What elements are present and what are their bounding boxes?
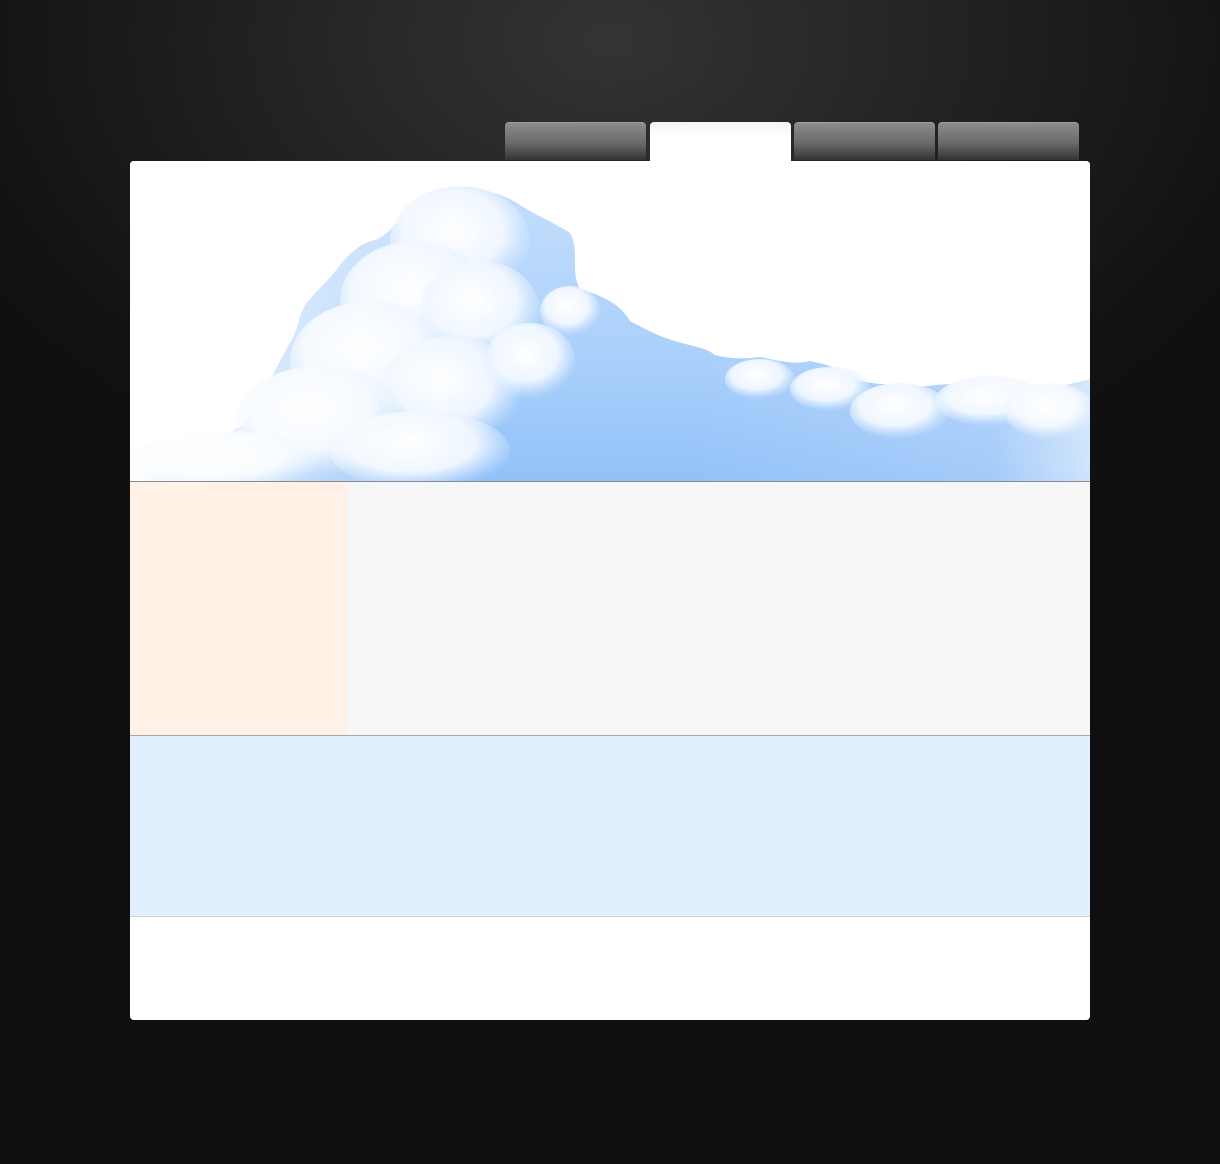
nav-tab-1[interactable] — [505, 122, 646, 160]
info-band — [130, 736, 1090, 917]
content-panel — [130, 161, 1090, 1020]
sidebar — [130, 482, 347, 735]
main-content-area — [347, 482, 1090, 735]
footer — [130, 917, 1090, 1020]
main-nav-tabs — [505, 122, 1080, 162]
nav-tab-4[interactable] — [938, 122, 1079, 160]
header-banner — [130, 161, 1090, 482]
cloud-sky-image — [130, 161, 1090, 481]
nav-tab-2-active[interactable] — [650, 122, 791, 162]
content-row — [130, 482, 1090, 736]
nav-tab-3[interactable] — [794, 122, 935, 160]
